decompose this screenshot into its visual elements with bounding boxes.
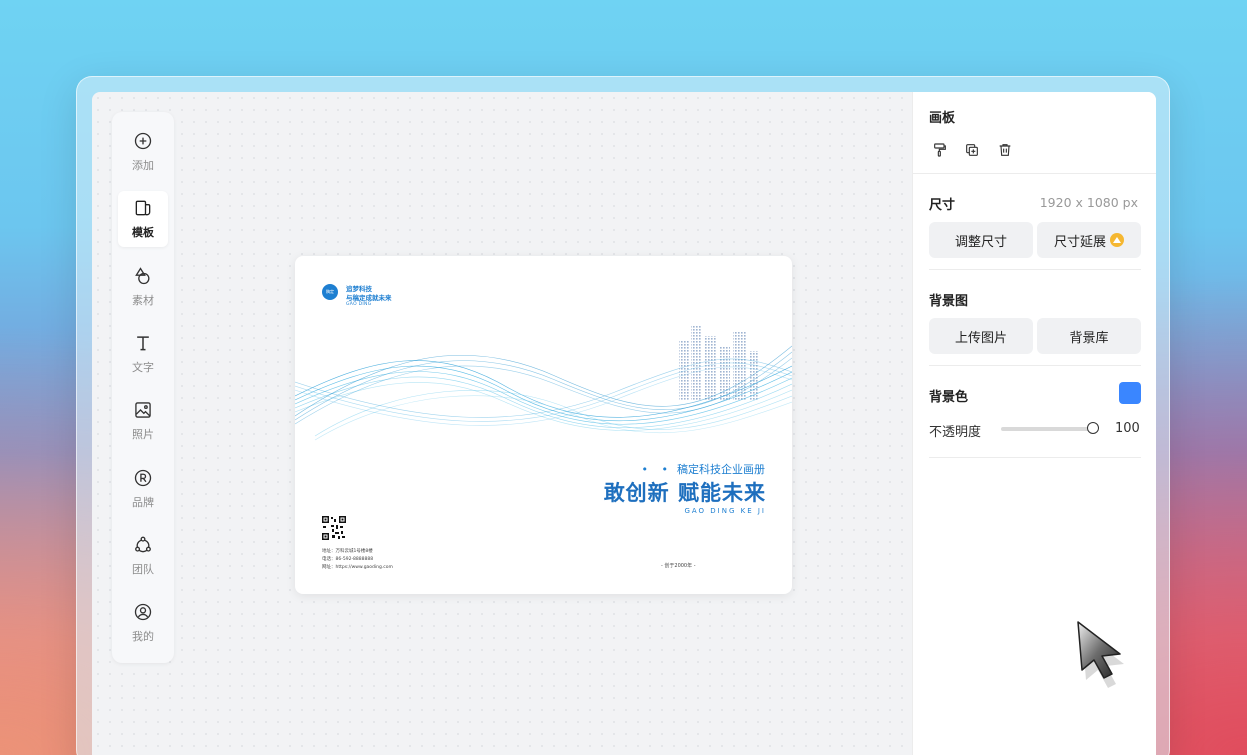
section-divider (929, 269, 1141, 270)
image-icon (135, 402, 151, 419)
upload-image-button[interactable]: 上传图片 (929, 318, 1033, 354)
tool-template[interactable]: 模板 (118, 191, 168, 247)
tool-label: 添加 (132, 158, 154, 172)
format-painter-button[interactable] (930, 140, 950, 160)
tool-label: 文字 (132, 360, 154, 374)
tool-label: 团队 (132, 563, 154, 577)
resize-button-label: 调整尺寸 (954, 234, 1007, 250)
subtitle-dots: • • (641, 463, 673, 476)
tool-brand[interactable]: 品牌 (118, 461, 168, 517)
size-extend-button[interactable]: 尺寸延展 (1037, 222, 1141, 258)
wave-illustration (295, 345, 792, 441)
duplicate-icon (966, 144, 978, 156)
brochure-pinyin: GAO DING KE JI (684, 507, 766, 515)
template-icon (135, 200, 151, 216)
opacity-slider-handle[interactable] (1087, 422, 1099, 434)
team-icon (135, 536, 151, 553)
tool-mine[interactable]: 我的 (118, 596, 168, 652)
duplicate-button[interactable] (962, 140, 982, 160)
address-line: 地址：万科云城1号楼8楼 (322, 549, 373, 554)
size-section-title: 尺寸 (929, 198, 956, 213)
brand-logo: 稿定 (322, 284, 338, 300)
bg-image-section-title: 背景图 (929, 294, 969, 309)
resize-button[interactable]: 调整尺寸 (929, 222, 1033, 258)
crown-icon (1110, 233, 1124, 247)
tool-label: 模板 (132, 226, 154, 240)
tool-label: 品牌 (132, 495, 154, 509)
mouse-cursor-icon (1077, 621, 1124, 688)
subtitle-text: 稿定科技企业画册 (677, 463, 765, 476)
tool-text[interactable]: 文字 (118, 326, 168, 382)
opacity-value: 100 (1115, 421, 1140, 436)
shapes-icon (135, 266, 150, 284)
bg-color-section-title: 背景色 (929, 390, 969, 405)
brochure-subtitle: • • 稿定科技企业画册 (642, 461, 765, 477)
user-icon (134, 604, 152, 621)
section-divider (929, 457, 1141, 458)
bg-library-label: 背景库 (1069, 330, 1109, 346)
opacity-slider-track[interactable] (1001, 427, 1093, 431)
paint-roller-icon (934, 143, 946, 157)
tool-add[interactable]: 添加 (118, 124, 168, 180)
size-value: 1920 x 1080 px (1039, 195, 1138, 210)
website-line: 网址：https://www.gaoding.com (322, 565, 393, 570)
left-toolbar: 添加 模板 素材 文字 照片 品牌 团队 我的 (112, 112, 174, 663)
tool-team[interactable]: 团队 (118, 528, 168, 584)
phone-line: 电话：86-592-8888888 (322, 557, 374, 562)
bg-library-button[interactable]: 背景库 (1037, 318, 1141, 354)
delete-button[interactable] (995, 140, 1015, 160)
brand-small: GAO DING (346, 302, 372, 307)
upload-image-label: 上传图片 (954, 330, 1007, 346)
section-divider (929, 365, 1141, 366)
tool-label: 照片 (132, 428, 154, 442)
opacity-label: 不透明度 (929, 425, 982, 440)
qr-code (322, 516, 346, 540)
tool-label: 我的 (132, 630, 154, 644)
add-circle-icon (134, 132, 152, 149)
logo-text: 稿定 (326, 289, 334, 294)
text-icon (137, 336, 149, 351)
tool-photo[interactable]: 照片 (118, 394, 168, 450)
trash-icon (999, 144, 1011, 156)
board-section-title: 画板 (929, 111, 956, 126)
canvas-page[interactable]: 稿定 追梦科技 与稿定成就未来 GAO DING • • 稿定科技企业画册 敢创… (295, 256, 792, 594)
editor-window: 添加 模板 素材 文字 照片 品牌 团队 我的 稿定 追梦科技 与稿定成就未来 … (92, 92, 1156, 755)
size-extend-label: 尺寸延展 (1053, 234, 1106, 250)
brochure-headline: 敢创新 赋能未来 (603, 481, 766, 505)
tool-material[interactable]: 素材 (118, 259, 168, 315)
founded-text: - 创于2000年 - (661, 563, 696, 569)
section-divider (913, 173, 1156, 174)
brand-line-2: 与稿定成就未来 (346, 294, 392, 302)
bg-color-swatch[interactable] (1119, 382, 1141, 404)
tool-label: 素材 (132, 293, 154, 307)
registered-icon (134, 469, 152, 486)
